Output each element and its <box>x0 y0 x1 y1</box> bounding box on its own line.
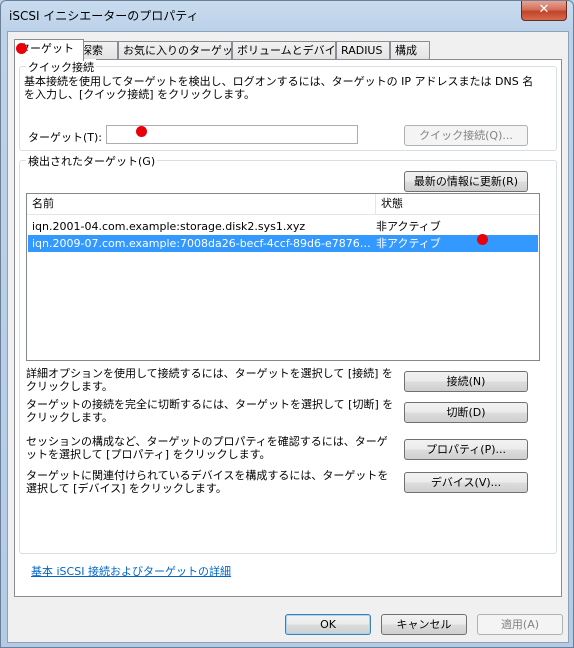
connect-button[interactable]: 接続(N) <box>404 371 528 392</box>
disconnect-description: ターゲットの接続を完全に切断するには、ターゲットを選択して [切断] をクリック… <box>26 398 394 424</box>
target-name-cell: iqn.2009-07.com.example:7008da26-becf-4c… <box>32 237 372 250</box>
discovered-targets-group-label: 検出されたターゲット(G) <box>26 153 158 169</box>
close-button[interactable]: ✕ <box>521 1 567 21</box>
target-field-label: ターゲット(T): <box>28 131 103 144</box>
target-status-cell: 非アクティブ <box>376 220 441 233</box>
properties-button[interactable]: プロパティ(P)... <box>404 439 528 460</box>
quick-connect-description: 基本接続を使用してターゲットを検出し、ログオンするには、ターゲットの IP アド… <box>24 75 534 101</box>
annotation-marker-icon <box>16 43 27 54</box>
tab-volumes-devices[interactable]: ボリュームとデバイス <box>232 41 346 60</box>
dialog-client-area: ターゲット 探索 お気に入りのターゲット ボリュームとデバイス RADIUS 構… <box>7 31 569 643</box>
list-header: 名前 状態 <box>27 194 539 215</box>
column-header-status[interactable]: 状態 <box>376 194 403 214</box>
devices-description: ターゲットに関連付けられているデバイスを構成するには、ターゲットを選択して [デ… <box>26 469 389 495</box>
close-icon: ✕ <box>538 2 550 17</box>
quick-connect-button[interactable]: クイック接続(Q)... <box>404 125 528 146</box>
table-row-selected[interactable]: iqn.2009-07.com.example:7008da26-becf-4c… <box>28 235 538 252</box>
cancel-button[interactable]: キャンセル <box>381 614 467 635</box>
discovered-targets-group: 検出されたターゲット(G) 最新の情報に更新(R) 名前 状態 iqn.2001… <box>19 153 557 554</box>
devices-button[interactable]: デバイス(V)... <box>404 472 528 493</box>
annotation-marker-icon <box>136 126 147 137</box>
ok-button[interactable]: OK <box>285 614 371 635</box>
refresh-button[interactable]: 最新の情報に更新(R) <box>404 171 528 192</box>
dialog-window: iSCSI イニシエーターのプロパティ ✕ ターゲット 探索 お気に入りのターゲ… <box>0 0 574 648</box>
tab-radius[interactable]: RADIUS <box>336 41 390 60</box>
targets-list[interactable]: 名前 状態 iqn.2001-04.com.example:storage.di… <box>26 193 540 361</box>
connect-description: 詳細オプションを使用して接続するには、ターゲットを選択して [接続] をクリック… <box>26 367 393 393</box>
quick-connect-group-label: クイック接続 <box>26 59 96 75</box>
tab-configuration[interactable]: 構成 <box>390 41 430 60</box>
target-status-cell: 非アクティブ <box>376 237 441 250</box>
table-row[interactable]: iqn.2001-04.com.example:storage.disk2.sy… <box>28 218 538 235</box>
apply-button[interactable]: 適用(A) <box>477 614 563 635</box>
target-name-cell: iqn.2001-04.com.example:storage.disk2.sy… <box>32 220 306 233</box>
properties-description: セッションの構成など、ターゲットのプロパティを確認するには、ターゲットを選択して… <box>26 435 388 461</box>
title-bar[interactable]: iSCSI イニシエーターのプロパティ ✕ <box>1 1 573 31</box>
targets-tab-panel: クイック接続 基本接続を使用してターゲットを検出し、ログオンするには、ターゲット… <box>14 59 562 597</box>
iscsi-help-link[interactable]: 基本 iSCSI 接続およびターゲットの詳細 <box>31 563 231 579</box>
quick-connect-group: クイック接続 基本接続を使用してターゲットを検出し、ログオンするには、ターゲット… <box>19 59 557 151</box>
tab-favorite-targets[interactable]: お気に入りのターゲット <box>118 41 244 60</box>
window-title: iSCSI イニシエーターのプロパティ <box>9 9 199 23</box>
annotation-marker-icon <box>477 234 488 245</box>
column-header-name[interactable]: 名前 <box>27 194 376 214</box>
disconnect-button[interactable]: 切断(D) <box>404 402 528 423</box>
